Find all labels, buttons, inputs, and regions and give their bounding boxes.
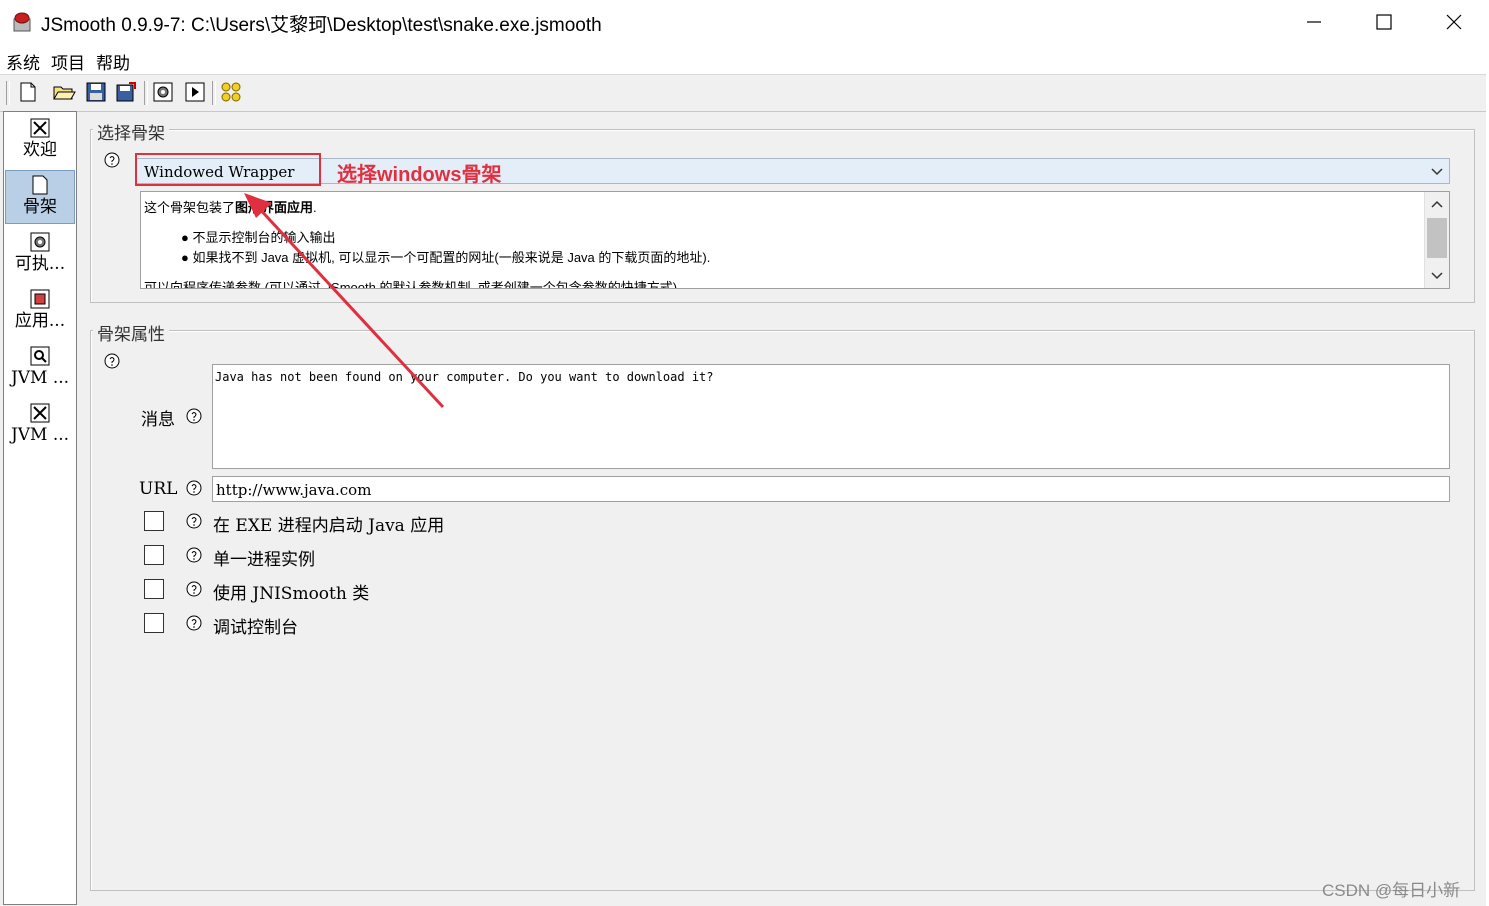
description-bullet-text: 不显示控制台的输入输出 xyxy=(192,230,336,245)
description-intro: 这个骨架包装了图形界面应用. xyxy=(144,197,317,216)
maximize-icon xyxy=(1376,14,1392,30)
annotation-highlight-box xyxy=(135,153,321,186)
close-icon xyxy=(1446,14,1462,30)
checkbox-single-instance[interactable] xyxy=(144,545,164,565)
save-icon xyxy=(86,82,106,102)
sidebar-item-jvm-config[interactable]: JVM ... xyxy=(5,399,75,453)
jsmooth-app-icon xyxy=(13,12,31,32)
help-icon[interactable] xyxy=(185,546,203,564)
checkbox-label: 使用 JNISmooth 类 xyxy=(213,584,370,604)
description-intro-text: 这个骨架包装了 xyxy=(144,200,236,215)
welcome-icon xyxy=(30,118,50,138)
help-icon[interactable] xyxy=(185,512,203,530)
skeleton-select-title: 选择骨架 xyxy=(93,119,169,144)
description-bullet: ● 不显示控制台的输入输出 xyxy=(181,230,336,245)
sidebar-item-label: 骨架 xyxy=(23,197,57,217)
title-bar: JSmooth 0.9.9-7: C:\Users\艾黎珂\Desktop\te… xyxy=(0,0,1489,44)
toolbar-separator-2 xyxy=(212,81,216,105)
checkbox-label: 在 EXE 进程内启动 Java 应用 xyxy=(213,516,445,536)
close-button[interactable] xyxy=(1419,0,1489,44)
sidebar-item-jvm-select[interactable]: JVM ... xyxy=(5,342,75,396)
open-folder-icon xyxy=(53,86,76,100)
jvm-config-icon xyxy=(30,403,50,423)
message-label: 消息 xyxy=(141,410,175,430)
watermark: CSDN @每日小新 xyxy=(1322,881,1461,900)
save-as-button[interactable] xyxy=(113,79,139,105)
compile-gear-icon xyxy=(153,82,173,102)
minimize-icon xyxy=(1307,21,1321,23)
sidebar-item-label: 欢迎 xyxy=(23,140,57,160)
sidebar-item-welcome[interactable]: 欢迎 xyxy=(5,114,75,168)
save-button[interactable] xyxy=(83,79,109,105)
application-icon xyxy=(30,289,50,309)
description-intro-bold: 图形界面应用 xyxy=(235,200,314,215)
maximize-button[interactable] xyxy=(1349,0,1419,44)
description-bullet-text: 如果找不到 Java 虚拟机, 可以显示一个可配置的网址(一般来说是 Java … xyxy=(192,250,711,265)
chevron-up-icon[interactable] xyxy=(1431,199,1443,209)
checkbox-jnismooth[interactable] xyxy=(144,579,164,599)
checkbox-in-process[interactable] xyxy=(144,511,164,531)
scrollbar-thumb[interactable] xyxy=(1427,218,1447,258)
description-footer: 可以向程序传递参数 (可以通过 JSmooth 的默认参数机制, 或者创建一个包… xyxy=(144,280,678,289)
wizard-button[interactable] xyxy=(218,79,244,105)
checkbox-label: 调试控制台 xyxy=(213,618,298,638)
url-input[interactable]: http://www.java.com xyxy=(212,476,1450,502)
help-icon[interactable] xyxy=(185,580,203,598)
sidebar: 欢迎 骨架 可执... 应用... JVM ... JVM ... xyxy=(3,111,77,905)
sidebar-item-label: JVM ... xyxy=(10,368,70,388)
help-icon[interactable] xyxy=(185,479,203,497)
help-icon[interactable] xyxy=(185,407,203,425)
checkbox-debug-console[interactable] xyxy=(144,613,164,633)
skeleton-description: 这个骨架包装了图形界面应用. ● 不显示控制台的输入输出 ● 如果找不到 Jav… xyxy=(140,191,1450,289)
sidebar-item-label: 应用... xyxy=(14,311,66,331)
help-icon[interactable] xyxy=(185,614,203,632)
new-file-icon xyxy=(20,82,36,102)
help-icon[interactable] xyxy=(103,352,121,370)
skeleton-properties-title: 骨架属性 xyxy=(93,320,169,345)
description-scrollbar[interactable] xyxy=(1424,192,1449,288)
save-as-icon xyxy=(116,82,136,102)
toolbar-separator xyxy=(144,81,148,105)
menu-help[interactable]: 帮助 xyxy=(96,49,130,74)
skeleton-icon xyxy=(32,175,48,195)
new-project-button[interactable] xyxy=(15,79,41,105)
sidebar-item-label: 可执... xyxy=(14,254,66,274)
run-icon xyxy=(185,82,205,102)
description-intro-end: . xyxy=(313,200,317,215)
run-button[interactable] xyxy=(182,79,208,105)
checkbox-label: 单一进程实例 xyxy=(213,550,315,570)
window-title: JSmooth 0.9.9-7: C:\Users\艾黎珂\Desktop\te… xyxy=(41,15,602,36)
message-textarea[interactable]: Java has not been found on your computer… xyxy=(212,364,1450,469)
help-icon[interactable] xyxy=(103,151,121,169)
open-project-button[interactable] xyxy=(51,79,77,105)
skeleton-combobox[interactable]: Windowed Wrapper xyxy=(136,158,1450,184)
chevron-down-icon[interactable] xyxy=(1431,165,1443,177)
jvm-search-icon xyxy=(30,346,50,366)
compile-button[interactable] xyxy=(150,79,176,105)
sidebar-item-skeleton[interactable]: 骨架 xyxy=(5,170,75,224)
menu-project[interactable]: 项目 xyxy=(51,49,85,74)
sidebar-item-label: JVM ... xyxy=(10,425,70,445)
description-bullet: ● 如果找不到 Java 虚拟机, 可以显示一个可配置的网址(一般来说是 Jav… xyxy=(181,250,711,265)
chevron-down-icon[interactable] xyxy=(1431,271,1443,281)
sidebar-item-application[interactable]: 应用... xyxy=(5,285,75,339)
sidebar-item-executable[interactable]: 可执... xyxy=(5,228,75,282)
annotation-text: 选择windows骨架 xyxy=(337,164,502,186)
executable-gear-icon xyxy=(30,232,50,252)
toolbar-grip xyxy=(6,81,10,105)
url-label: URL xyxy=(139,479,178,499)
menu-bar: 系统 项目 帮助 xyxy=(0,44,1489,75)
stars-icon xyxy=(221,82,241,102)
toolbar xyxy=(0,75,1489,112)
minimize-button[interactable] xyxy=(1279,0,1349,44)
menu-system[interactable]: 系统 xyxy=(6,49,40,74)
